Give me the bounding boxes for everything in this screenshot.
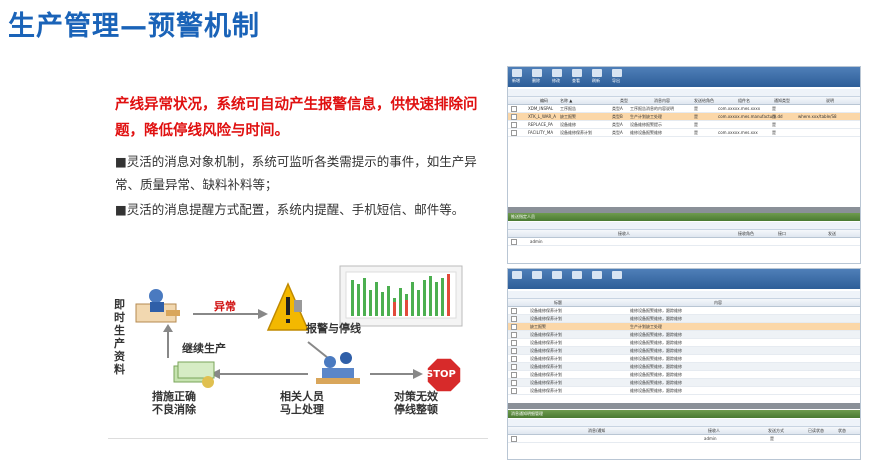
handlers-icon — [316, 352, 360, 384]
table-row[interactable]: XDM_INSPAL 工序报告 类型A 工序报告消息的内容说明 是 com.xxxxx… — [508, 105, 860, 113]
export-icon[interactable] — [612, 69, 622, 77]
panel-filter-row[interactable] — [508, 419, 860, 427]
alarm-flow-diagram: 即时生产资料 异常 报警与停线 继续生产 措施正确 不良消除 相关人员 马上处理… — [108, 262, 488, 437]
headline: 产线异常状况，系统可自动产生报警信息，供快速排除问题，降低停线风险与时间。 — [115, 97, 478, 139]
table-row[interactable]: 设备维修保养计划 维修设备报警维修，跟踪维修 — [508, 347, 860, 355]
grid-header: 标题 内容 — [508, 299, 860, 307]
export-icon[interactable] — [612, 271, 622, 279]
bullet-2: ■灵活的消息提醒方式配置，系统内提醒、手机短信、邮件等。 — [115, 202, 465, 217]
toolbar-label: 查看 — [572, 78, 580, 83]
view-icon[interactable] — [572, 69, 582, 77]
filter-row[interactable] — [508, 291, 860, 299]
table-row[interactable]: 设备维修保养计划 维修设备报警维修，跟踪维修 — [508, 363, 860, 371]
page-title: 生产管理—预警机制 — [8, 11, 260, 42]
divider — [108, 438, 488, 439]
message-list-screenshot: 标题 内容 设备维修保养计划 维修设备报警维修，跟踪维修 设备维修保养计划 维修设备报… — [507, 268, 861, 460]
flow-alarm-label: 报警与停线 — [306, 322, 361, 335]
toolbar-label: 刷新 — [592, 78, 600, 83]
table-row[interactable]: 设备维修保养计划 维修设备报警维修，跟踪维修 — [508, 315, 860, 323]
table-row[interactable]: 设备维修保养计划 维修设备报警维修，跟踪维修 — [508, 355, 860, 363]
toolbar-label: 新增 — [512, 78, 520, 83]
flow-handle-label: 相关人员 马上处理 — [280, 390, 324, 416]
toolbar — [508, 269, 860, 289]
splitter[interactable] — [508, 403, 860, 409]
details-panel-bar: 消息通知明细管理 — [508, 410, 860, 418]
toolbar-label: 删除 — [532, 78, 540, 83]
cash-icon — [173, 361, 215, 388]
grid-header: 编码 名称 ▲ 类型 消息内容 发送给角色 组件名 通知类型 说明 — [508, 97, 860, 105]
table-row[interactable]: 设备维修保养计划 维修设备报警维修，跟踪维修 — [508, 371, 860, 379]
add-icon[interactable] — [512, 69, 522, 77]
delete-icon[interactable] — [532, 271, 542, 279]
panel-grid-header: 接收人 接收角色 接口 发送 — [508, 230, 860, 238]
table-row[interactable]: REPLACE_PA 设备维修 类型A 设备维修报警提示 是 是 — [508, 121, 860, 129]
refresh-icon[interactable] — [592, 271, 602, 279]
bullet-1: ■灵活的消息对象机制，系统可监听各类需提示的事件，如生产异常、质量异常、缺料补料… — [115, 154, 477, 192]
table-row[interactable]: 设备维修保养计划 维修设备报警维修，跟踪维修 — [508, 339, 860, 347]
panel-row[interactable]: admin — [508, 238, 860, 246]
toolbar-label: 修改 — [552, 78, 560, 83]
table-row[interactable]: 设备维修保养计划 维修设备报警维修，跟踪维修 — [508, 331, 860, 339]
panel-row[interactable]: admin 是 — [508, 435, 860, 443]
table-row[interactable]: FACILITY_MA 设备维修保养计划 类型A 维修设备报警维修 是 com.xxx… — [508, 129, 860, 137]
add-icon[interactable] — [512, 271, 522, 279]
table-row[interactable]: XTK_L_WAR_A 缺工报警 类型B 生产计划缺工处理 是 com.xxxxx.m… — [508, 113, 860, 121]
recipients-panel-bar: 推送指定人员 — [508, 213, 860, 221]
filter-row[interactable] — [508, 89, 860, 97]
toolbar: 新增 删除 修改 查看 刷新 导出 — [508, 67, 860, 87]
flow-left-label: 即时生产资料 — [114, 298, 125, 376]
table-row[interactable]: 设备维修保养计划 维修设备报警维修，跟踪维修 — [508, 387, 860, 395]
stop-sign-text: STOP — [426, 369, 456, 380]
panel-filter-row[interactable] — [508, 222, 860, 230]
flow-invalid-label: 对策无效 停线整顿 — [394, 390, 438, 416]
flow-anomaly-label: 异常 — [214, 300, 236, 313]
view-icon[interactable] — [572, 271, 582, 279]
panel-grid-header: 消息/通知 接收人 发送方式 已读状态 状态 — [508, 427, 860, 435]
refresh-icon[interactable] — [592, 69, 602, 77]
toolbar-label: 导出 — [612, 78, 620, 83]
delete-icon[interactable] — [532, 69, 542, 77]
table-row[interactable]: 设备维修保养计划 维修设备报警维修，跟踪维修 — [508, 379, 860, 387]
table-row[interactable]: 设备维修保养计划 维修设备报警维修，跟踪维修 — [508, 307, 860, 315]
edit-icon[interactable] — [552, 271, 562, 279]
flow-fix-label: 措施正确 不良消除 — [152, 390, 196, 416]
bar-chart-thumbnail — [339, 265, 463, 327]
flow-continue-label: 继续生产 — [182, 342, 226, 355]
table-row[interactable]: 缺工报警 生产计划缺工处理 — [508, 323, 860, 331]
edit-icon[interactable] — [552, 69, 562, 77]
alert-config-screenshot: 新增 删除 修改 查看 刷新 导出 编码 名称 ▲ 类型 消息内容 发送给角色 … — [507, 66, 861, 264]
operator-icon — [135, 289, 180, 323]
